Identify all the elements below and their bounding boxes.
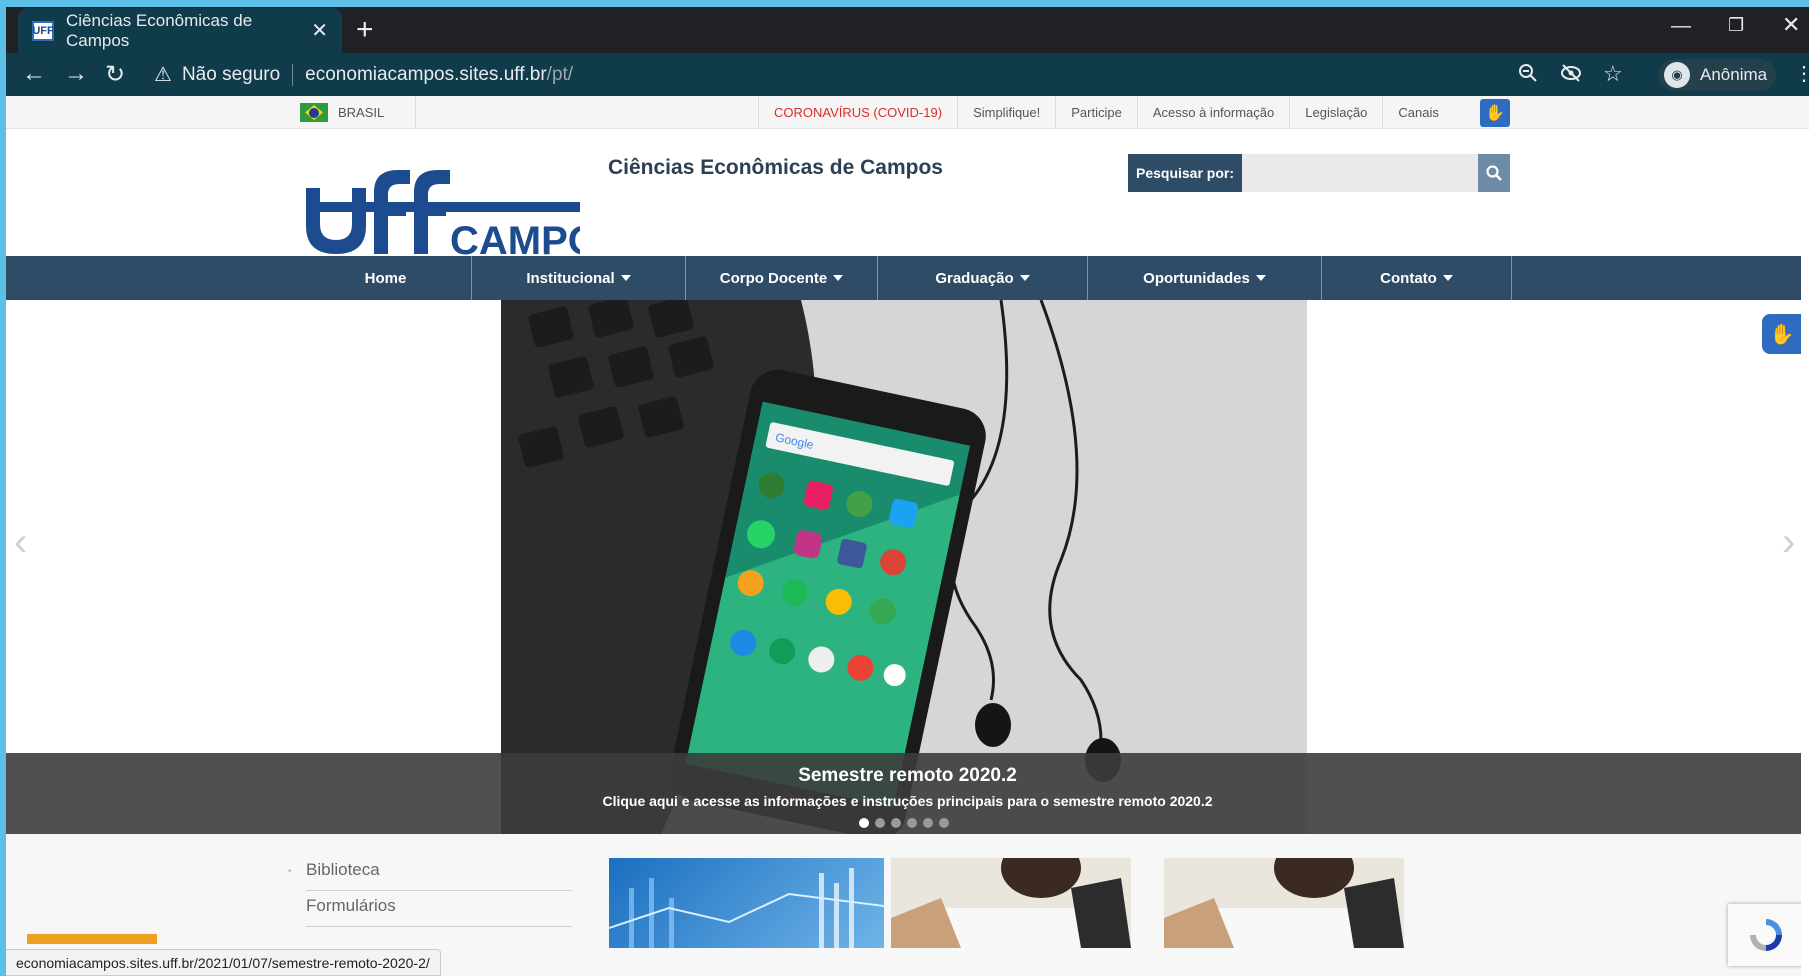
favicon-icon: UFF bbox=[32, 20, 54, 41]
profile-label: Anônima bbox=[1700, 65, 1768, 84]
recaptcha-icon bbox=[1750, 919, 1782, 951]
tab-title: Ciências Econômicas de Campos bbox=[66, 10, 253, 50]
url-host: economiacampos.sites.uff.br bbox=[305, 63, 547, 85]
accessibility-widget-icon[interactable]: ✋ bbox=[1762, 314, 1802, 354]
incognito-icon: ◉ bbox=[1664, 62, 1690, 88]
meeting-photo bbox=[891, 858, 1131, 948]
caret-down-icon bbox=[1255, 275, 1266, 281]
reload-icon[interactable]: ↻ bbox=[105, 60, 125, 89]
nav-oportunidades[interactable]: Oportunidades bbox=[1088, 256, 1322, 300]
site-title: Ciências Econômicas de Campos bbox=[608, 156, 943, 179]
zoom-icon[interactable] bbox=[1518, 63, 1538, 89]
tracking-blocked-icon[interactable] bbox=[1560, 63, 1582, 89]
logo-text: CAMPOS bbox=[450, 219, 580, 258]
search-label: Pesquisar por: bbox=[1128, 154, 1242, 192]
main-nav: Home Institucional Corpo Docente Graduaç… bbox=[6, 256, 1809, 300]
gov-link-covid[interactable]: CORONAVÍRUS (COVID-19) bbox=[758, 96, 957, 129]
accessibility-icon[interactable]: ✋ bbox=[1480, 99, 1510, 127]
nav-graduacao-label: Graduação bbox=[935, 269, 1014, 287]
cookie-bar-edge bbox=[27, 934, 157, 944]
search-button[interactable] bbox=[1478, 154, 1510, 192]
address-bar[interactable]: ⚠ Não seguro economiacampos.sites.uff.br… bbox=[154, 58, 1494, 91]
caret-down-icon bbox=[620, 275, 631, 281]
gov-link-participe[interactable]: Participe bbox=[1055, 96, 1137, 129]
bullet-icon: • bbox=[288, 866, 292, 877]
back-icon[interactable]: ← bbox=[22, 60, 46, 88]
search-icon bbox=[1486, 165, 1502, 181]
meeting-photo bbox=[1164, 858, 1404, 948]
gov-link-canais[interactable]: Canais bbox=[1382, 96, 1453, 129]
nav-graduacao[interactable]: Graduação bbox=[878, 256, 1088, 300]
carousel-dot[interactable] bbox=[907, 818, 917, 828]
nav-home[interactable]: Home bbox=[300, 256, 472, 300]
bookmark-star-icon[interactable]: ☆ bbox=[1603, 61, 1623, 87]
menu-icon[interactable]: ⋮ bbox=[1794, 61, 1809, 86]
url-path: /pt/ bbox=[546, 63, 574, 85]
web-page: BRASIL CORONAVÍRUS (COVID-19) Simplifiqu… bbox=[6, 96, 1809, 976]
minimize-icon[interactable]: — bbox=[1671, 15, 1691, 38]
sidebar-link-biblioteca[interactable]: Biblioteca bbox=[306, 860, 380, 880]
page-scrollbar[interactable] bbox=[1801, 129, 1809, 976]
profile-button[interactable]: ◉ Anônima bbox=[1658, 59, 1776, 91]
carousel-dot[interactable] bbox=[923, 818, 933, 828]
caret-down-icon bbox=[1019, 275, 1030, 281]
browser-window: UFF Ciências Econômicas de Campos ✕ + — … bbox=[6, 7, 1809, 976]
news-thumbnail[interactable] bbox=[891, 858, 1131, 948]
gov-bar: BRASIL CORONAVÍRUS (COVID-19) Simplifiqu… bbox=[6, 96, 1809, 129]
brasil-link[interactable]: BRASIL bbox=[300, 96, 416, 129]
sidebar-divider bbox=[306, 890, 572, 891]
gov-link-acesso[interactable]: Acesso à informação bbox=[1136, 96, 1289, 129]
omnibox-divider bbox=[292, 63, 294, 86]
nav-corpo-docente-label: Corpo Docente bbox=[719, 269, 828, 287]
news-thumbnail[interactable] bbox=[1164, 858, 1404, 948]
tab-strip: UFF Ciências Econômicas de Campos ✕ + — … bbox=[6, 7, 1809, 53]
nav-oportunidades-label: Oportunidades bbox=[1143, 269, 1250, 287]
caret-down-icon bbox=[833, 275, 844, 281]
nav-institucional-label: Institucional bbox=[526, 269, 615, 287]
carousel-dot[interactable] bbox=[859, 818, 869, 828]
security-label: Não seguro bbox=[181, 63, 281, 85]
recaptcha-badge[interactable] bbox=[1728, 904, 1804, 966]
hero-carousel: Google ‹ › ✋ Semestre remoto 2020.2 Cliq… bbox=[6, 300, 1809, 834]
nav-home-label: Home bbox=[364, 269, 407, 287]
sidebar-divider bbox=[306, 926, 572, 927]
warning-icon: ⚠ bbox=[154, 64, 172, 86]
nav-institucional[interactable]: Institucional bbox=[472, 256, 686, 300]
search-box: Pesquisar por: bbox=[1128, 154, 1510, 192]
finance-chart-photo bbox=[609, 868, 884, 948]
browser-toolbar: ← → ↻ ⚠ Não seguro economiacampos.sites.… bbox=[6, 53, 1809, 96]
carousel-indicators bbox=[859, 818, 955, 828]
new-tab-button[interactable]: + bbox=[356, 13, 374, 47]
close-window-icon[interactable]: ✕ bbox=[1782, 12, 1800, 38]
gov-link-simplifique[interactable]: Simplifique! bbox=[957, 96, 1055, 129]
carousel-dot[interactable] bbox=[939, 818, 949, 828]
nav-contato-label: Contato bbox=[1380, 269, 1437, 287]
caret-down-icon bbox=[1442, 275, 1453, 281]
carousel-next-icon[interactable]: › bbox=[1782, 520, 1795, 565]
carousel-caption[interactable]: Semestre remoto 2020.2 Clique aqui e ace… bbox=[6, 753, 1809, 834]
browser-tab[interactable]: UFF Ciências Econômicas de Campos ✕ bbox=[18, 8, 342, 53]
forward-icon[interactable]: → bbox=[64, 60, 88, 88]
carousel-title: Semestre remoto 2020.2 bbox=[798, 765, 1017, 786]
brazil-flag-icon bbox=[300, 103, 328, 122]
gov-link-legislacao[interactable]: Legislação bbox=[1289, 96, 1382, 129]
news-thumbnail[interactable] bbox=[609, 858, 884, 948]
brasil-label: BRASIL bbox=[338, 105, 385, 120]
nav-corpo-docente[interactable]: Corpo Docente bbox=[686, 256, 878, 300]
carousel-dot[interactable] bbox=[875, 818, 885, 828]
sidebar-link-formularios[interactable]: Formulários bbox=[306, 896, 396, 916]
search-input[interactable] bbox=[1242, 154, 1478, 192]
carousel-prev-icon[interactable]: ‹ bbox=[14, 520, 27, 565]
status-bar-url: economiacampos.sites.uff.br/2021/01/07/s… bbox=[6, 949, 441, 976]
uff-campos-logo[interactable]: CAMPOS bbox=[300, 162, 580, 258]
nav-contato[interactable]: Contato bbox=[1322, 256, 1512, 300]
carousel-dot[interactable] bbox=[891, 818, 901, 828]
tab-close-icon[interactable]: ✕ bbox=[311, 18, 328, 43]
restore-icon[interactable]: ❐ bbox=[1728, 15, 1744, 36]
gov-links: CORONAVÍRUS (COVID-19) Simplifique! Part… bbox=[758, 96, 1454, 129]
carousel-text: Clique aqui e acesse as informações e in… bbox=[602, 793, 1213, 809]
